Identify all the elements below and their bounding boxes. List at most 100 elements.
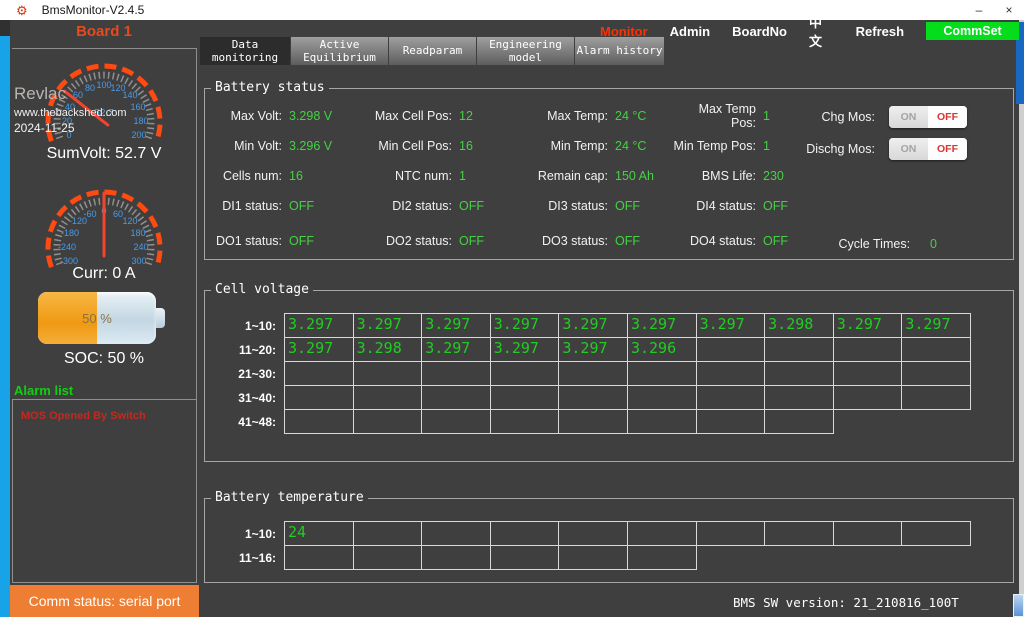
battery-temperature-cell [558, 545, 628, 570]
menu-refresh[interactable]: Refresh [856, 24, 904, 39]
status-value: OFF [763, 199, 823, 213]
status-label: DO2 status: [363, 234, 459, 248]
right-edge-border [1019, 20, 1024, 617]
board-title: Board 1 [10, 23, 198, 40]
cell-voltage-cell [696, 409, 766, 434]
cell-voltage-table: 1~10:3.2973.2973.2973.2973.2973.2973.297… [209, 313, 971, 434]
tab-alarm-history[interactable]: Alarm history [575, 37, 664, 65]
battery-temperature-legend: Battery temperature [211, 490, 368, 505]
cell-voltage-cell: 3.297 [833, 313, 903, 338]
status-label: Remain cap: [515, 169, 615, 183]
gauge-tick-label: 120 [122, 216, 137, 226]
table-row: 21~30: [209, 361, 971, 386]
cycle-times-label: Cycle Times: [839, 237, 911, 251]
battery-temperature-table: 1~10:2411~16: [209, 521, 971, 570]
status-label: DO3 status: [515, 234, 615, 248]
cell-voltage-cell [284, 385, 354, 410]
title-bar: ⚙ BmsMonitor-V2.4.5 – × [0, 0, 1024, 20]
toggle-on-label: ON [889, 106, 928, 128]
table-row: 31~40: [209, 385, 971, 410]
comm-status-bar: Comm status: serial port [10, 585, 199, 617]
dischg-mos-toggle[interactable]: ON OFF [889, 138, 967, 160]
status-label: Min Temp Pos: [671, 139, 763, 153]
status-value: 12 [459, 109, 515, 123]
bms-sw-version: BMS SW version: 21_210816_100T [733, 595, 959, 610]
cell-voltage-cell: 3.297 [558, 337, 628, 362]
status-value: 230 [763, 169, 823, 183]
status-label: Cells num: [205, 169, 289, 183]
gauge-tick-label: 140 [122, 90, 137, 100]
toggle-off-label: OFF [928, 138, 967, 160]
cell-voltage-cell: 3.297 [490, 337, 560, 362]
status-value: OFF [289, 199, 363, 213]
cell-voltage-cell [627, 385, 697, 410]
cell-voltage-cell [558, 409, 628, 434]
status-label: NTC num: [363, 169, 459, 183]
row-label: 1~10: [209, 313, 284, 338]
soc-battery-label: 50 % [38, 292, 156, 344]
status-value: 1 [459, 169, 515, 183]
cell-voltage-cell [558, 361, 628, 386]
status-value: 16 [289, 169, 363, 183]
battery-temperature-cell [490, 545, 560, 570]
tab-active-equilibrium[interactable]: Active Equilibrium [291, 37, 388, 65]
status-label: DI2 status: [363, 199, 459, 213]
close-button[interactable]: × [994, 0, 1024, 20]
app-window: ⚙ BmsMonitor-V2.4.5 – × Monitor Admin Bo… [0, 0, 1024, 617]
alarm-list[interactable]: MOS Opened By Switch [12, 399, 197, 583]
tab-data-monitoring[interactable]: Data monitoring [200, 37, 290, 65]
status-value: 16 [459, 139, 515, 153]
cell-voltage-cell [284, 409, 354, 434]
gauge-tick-label: 100 [96, 80, 111, 90]
status-value: OFF [615, 199, 671, 213]
menu-language[interactable]: 中文 [809, 12, 834, 50]
battery-temperature-cell [353, 545, 423, 570]
table-row: 41~48: [209, 409, 971, 434]
dischg-mos-label: Dischg Mos: [765, 142, 875, 156]
status-label: Min Volt: [205, 139, 289, 153]
battery-temperature-cell [558, 521, 628, 546]
chg-mos-toggle[interactable]: ON OFF [889, 106, 967, 128]
cell-voltage-cell [833, 337, 903, 362]
row-label: 1~10: [209, 521, 284, 546]
cell-voltage-cell: 3.298 [353, 337, 423, 362]
cell-voltage-cell [696, 385, 766, 410]
gauge-tick-label: 180 [133, 116, 148, 126]
cycle-times-value: 0 [930, 237, 937, 251]
cell-voltage-cell [764, 361, 834, 386]
gauge-tick-label: 240 [133, 242, 148, 252]
left-edge-dark [0, 20, 10, 36]
cell-voltage-cell: 3.297 [421, 313, 491, 338]
tab-readparam[interactable]: Readparam [389, 37, 476, 65]
status-value: 24 °C [615, 139, 671, 153]
status-label: DO4 status: [671, 234, 763, 248]
battery-temperature-cell [490, 521, 560, 546]
status-value: 150 Ah [615, 169, 671, 183]
minimize-button[interactable]: – [964, 0, 994, 20]
toggle-on-label: ON [889, 138, 928, 160]
gauge-tick-label: 20 [62, 116, 72, 126]
tab-engineering-model[interactable]: Engineering model [477, 37, 574, 65]
cell-voltage-cell [353, 385, 423, 410]
battery-temperature-cell [421, 521, 491, 546]
cell-voltage-cell [833, 385, 903, 410]
menu-admin[interactable]: Admin [670, 24, 710, 39]
cell-voltage-cell [764, 337, 834, 362]
cell-voltage-cell [421, 409, 491, 434]
gauge-tick-label: -60 [83, 209, 96, 219]
menu-boardno[interactable]: BoardNo [732, 24, 787, 39]
row-label: 41~48: [209, 409, 284, 434]
gauge-tick-label: 160 [130, 102, 145, 112]
battery-status-group: Battery status Max Volt:3.298 VMax Cell … [204, 88, 1014, 260]
battery-temperature-cell [764, 521, 834, 546]
sumvolt-gauge: 0 20 40 60 80 100 120 140 160 180 200 52… [10, 54, 198, 150]
cell-voltage-cell [696, 337, 766, 362]
status-value: OFF [763, 234, 823, 248]
cell-voltage-group: Cell voltage 1~10:3.2973.2973.2973.2973.… [204, 290, 1014, 462]
cell-voltage-cell [353, 361, 423, 386]
commset-button[interactable]: CommSet [926, 22, 1019, 40]
status-value: OFF [459, 234, 515, 248]
status-label: DO1 status: [205, 234, 289, 248]
window-title: BmsMonitor-V2.4.5 [42, 3, 145, 17]
gauge-tick-label: 0 [66, 130, 71, 140]
